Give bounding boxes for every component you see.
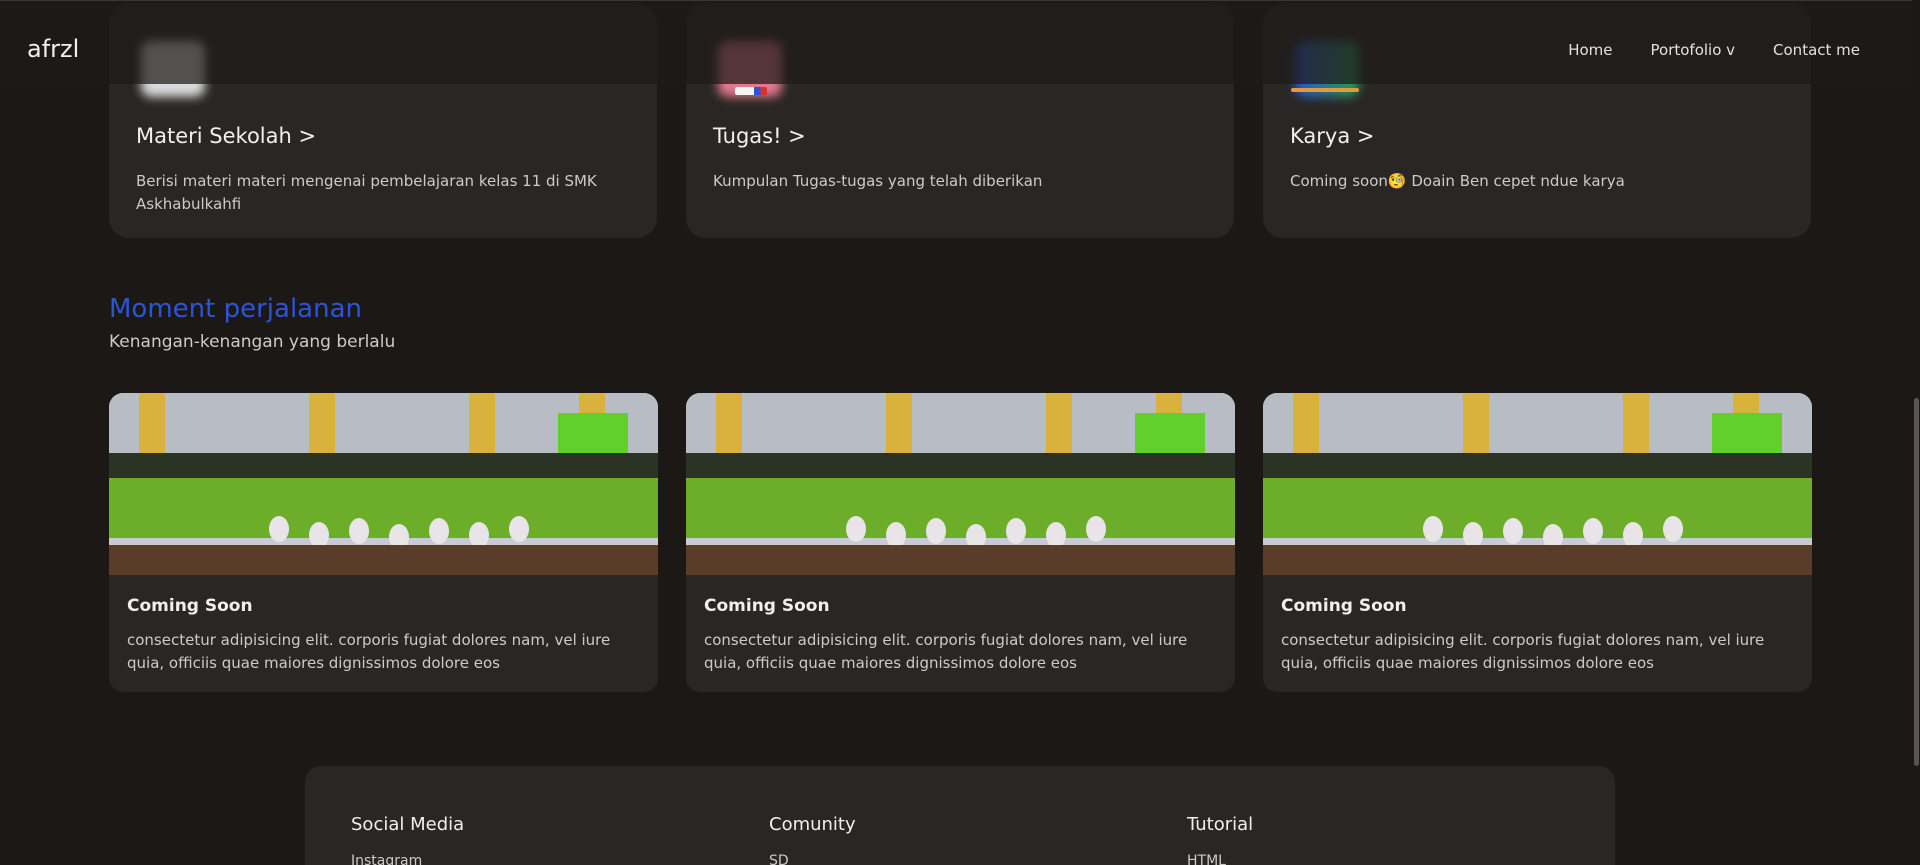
moment-card[interactable]: Coming Soon consectetur adipisicing elit… — [1263, 393, 1812, 692]
footer-link[interactable]: HTML — [1187, 853, 1253, 865]
section-title: Moment perjalanan — [109, 294, 362, 324]
card-description: Kumpulan Tugas-tugas yang telah diberika… — [713, 172, 1043, 190]
group-photo — [686, 393, 1235, 575]
group-photo — [1263, 393, 1812, 575]
moment-description: consectetur adipisicing elit. corporis f… — [127, 631, 611, 672]
moment-description: consectetur adipisicing elit. corporis f… — [1281, 631, 1765, 672]
card-description: Berisi materi materi mengenai pembelajar… — [136, 172, 597, 213]
moment-title: Coming Soon — [1281, 596, 1407, 616]
moment-description: consectetur adipisicing elit. corporis f… — [704, 631, 1188, 672]
moment-title: Coming Soon — [127, 596, 253, 616]
card-title[interactable]: Tugas! > — [713, 124, 806, 148]
scrollbar-track[interactable] — [1912, 0, 1920, 865]
nav-links: Home Portofolio v Contact me — [1530, 41, 1860, 59]
scrollbar-thumb[interactable] — [1914, 398, 1919, 766]
group-photo — [109, 393, 658, 575]
card-description: Coming soon🧐 Doain Ben cepet ndue karya — [1290, 172, 1625, 190]
footer-heading: Social Media — [351, 814, 465, 835]
brand-logo[interactable]: afrzl — [27, 35, 79, 63]
nav-portofolio-dropdown[interactable]: Portofolio v — [1651, 41, 1736, 59]
moment-card[interactable]: Coming Soon consectetur adipisicing elit… — [686, 393, 1235, 692]
navbar: afrzl Home Portofolio v Contact me — [0, 0, 1912, 84]
footer: Social Media Instagram Comunity SD Tutor… — [305, 766, 1615, 865]
footer-link[interactable]: Instagram — [351, 853, 464, 865]
section-subtitle: Kenangan-kenangan yang berlalu — [109, 332, 396, 352]
easel-icon — [1291, 88, 1359, 92]
moment-title: Coming Soon — [704, 596, 830, 616]
footer-col-social: Social Media Instagram — [351, 814, 464, 865]
moment-card[interactable]: Coming Soon consectetur adipisicing elit… — [109, 393, 658, 692]
nav-contact[interactable]: Contact me — [1773, 41, 1860, 59]
card-title[interactable]: Karya > — [1290, 124, 1374, 148]
footer-col-comunity: Comunity SD — [769, 814, 856, 865]
footer-col-tutorial: Tutorial HTML — [1187, 814, 1253, 865]
footer-heading: Comunity — [769, 814, 856, 835]
footer-link[interactable]: SD — [769, 853, 856, 865]
card-title[interactable]: Materi Sekolah > — [136, 124, 316, 148]
footer-heading: Tutorial — [1187, 814, 1254, 835]
pencil-icon — [735, 87, 767, 95]
nav-home[interactable]: Home — [1568, 41, 1612, 59]
